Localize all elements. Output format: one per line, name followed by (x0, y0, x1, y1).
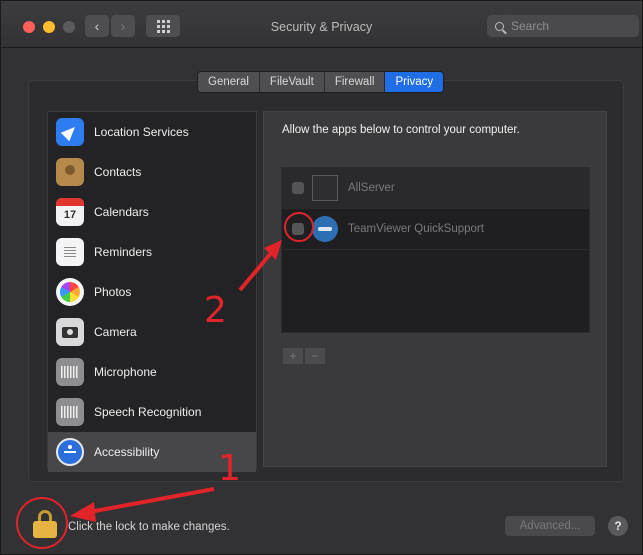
arrow-2-icon (238, 240, 282, 292)
annotation-arrows (70, 240, 282, 522)
arrow-1-icon (70, 487, 215, 522)
